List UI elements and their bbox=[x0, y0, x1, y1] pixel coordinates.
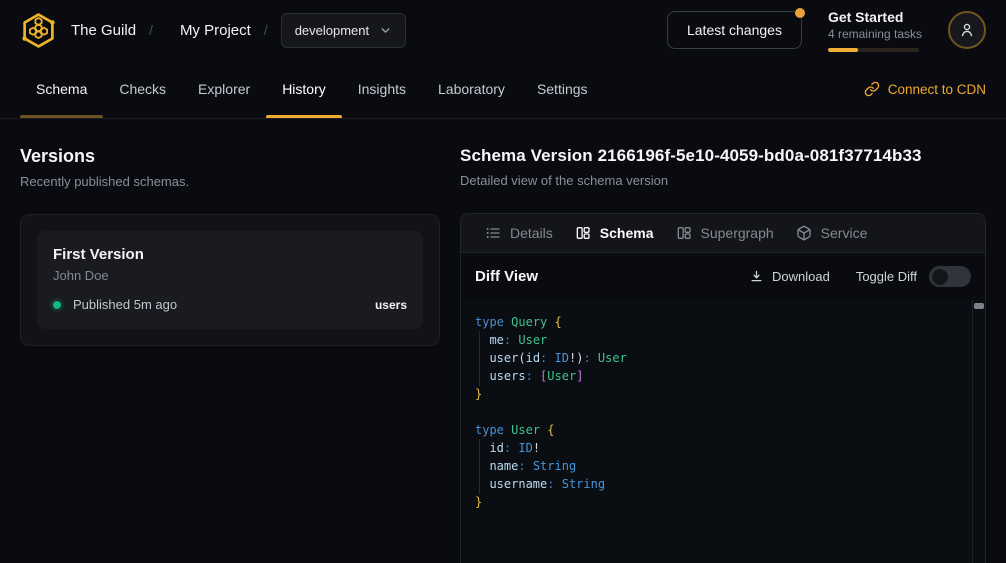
get-started-progressbar bbox=[828, 48, 919, 52]
nav-tab-label: Checks bbox=[119, 81, 166, 97]
environment-select[interactable]: development bbox=[281, 13, 406, 48]
list-icon bbox=[485, 225, 501, 241]
nav-tab-laboratory[interactable]: Laboratory bbox=[422, 60, 521, 118]
breadcrumb-org[interactable]: The Guild bbox=[71, 22, 136, 39]
breadcrumb-project[interactable]: My Project bbox=[180, 22, 251, 39]
breadcrumb: The Guild / My Project / development bbox=[20, 12, 406, 49]
columns-icon bbox=[575, 225, 591, 241]
top-header: The Guild / My Project / development Lat… bbox=[0, 0, 1006, 60]
breadcrumb-separator: / bbox=[149, 22, 153, 38]
get-started-title: Get Started bbox=[828, 9, 922, 25]
version-status-row: Published 5m ago users bbox=[53, 297, 407, 312]
nav-tab-label: History bbox=[282, 81, 326, 97]
environment-select-value: development bbox=[295, 23, 369, 38]
get-started-remaining: 4 remaining tasks bbox=[828, 27, 922, 41]
nav-tab-insights[interactable]: Insights bbox=[342, 60, 422, 118]
breadcrumb-separator: / bbox=[264, 22, 268, 38]
connect-to-cdn-label: Connect to CDN bbox=[888, 82, 986, 97]
version-list-item[interactable]: First Version John Doe Published 5m ago … bbox=[37, 231, 423, 329]
app-window: The Guild / My Project / development Lat… bbox=[0, 0, 1006, 563]
versions-title: Versions bbox=[20, 146, 440, 167]
download-icon bbox=[749, 269, 764, 284]
connect-to-cdn-link[interactable]: Connect to CDN bbox=[864, 60, 986, 118]
versions-list: First Version John Doe Published 5m ago … bbox=[20, 214, 440, 346]
switch-knob bbox=[932, 269, 948, 285]
toggle-diff-label: Toggle Diff bbox=[856, 269, 917, 284]
versions-panel: Versions Recently published schemas. Fir… bbox=[0, 119, 460, 563]
progress-fill bbox=[828, 48, 858, 52]
user-avatar[interactable] bbox=[948, 11, 986, 49]
published-status-dot bbox=[53, 301, 61, 309]
published-status-text: Published 5m ago bbox=[73, 297, 177, 312]
nav-tab-checks[interactable]: Checks bbox=[103, 60, 182, 118]
nav-tab-label: Explorer bbox=[198, 81, 250, 97]
tab-underline bbox=[20, 115, 103, 118]
diff-toolbar: Diff View Download Toggle Diff bbox=[461, 253, 985, 300]
tab-label: Service bbox=[821, 225, 868, 241]
version-detail-panel: Schema Version 2166196f-5e10-4059-bd0a-0… bbox=[460, 119, 1006, 563]
download-label: Download bbox=[772, 269, 830, 284]
scrollbar[interactable] bbox=[972, 300, 985, 563]
tab-schema[interactable]: Schema bbox=[564, 214, 665, 252]
tab-details[interactable]: Details bbox=[474, 214, 564, 252]
toggle-diff-switch[interactable] bbox=[929, 266, 971, 287]
diff-actions: Download Toggle Diff bbox=[749, 266, 971, 287]
schema-version-title: Schema Version 2166196f-5e10-4059-bd0a-0… bbox=[460, 146, 986, 166]
main-content: Versions Recently published schemas. Fir… bbox=[0, 119, 1006, 563]
viewer-tabstrip: Details Schema Supergraph bbox=[461, 214, 985, 253]
nav-tab-label: Laboratory bbox=[438, 81, 505, 97]
schema-code-viewer[interactable]: type Query { me: User user(id: ID!): Use… bbox=[461, 300, 985, 563]
code-block: type Query { me: User user(id: ID!): Use… bbox=[475, 313, 965, 511]
versions-subtitle: Recently published schemas. bbox=[20, 174, 440, 189]
person-icon bbox=[958, 21, 976, 39]
link-icon bbox=[864, 81, 880, 97]
nav-tab-label: Schema bbox=[36, 81, 87, 97]
download-button[interactable]: Download bbox=[749, 269, 830, 284]
nav-tab-history[interactable]: History bbox=[266, 60, 342, 118]
main-nav: Schema Checks Explorer History Insights … bbox=[0, 60, 1006, 119]
tab-label: Details bbox=[510, 225, 553, 241]
tab-service[interactable]: Service bbox=[785, 214, 879, 252]
diff-view-title: Diff View bbox=[475, 268, 538, 285]
tab-label: Supergraph bbox=[701, 225, 774, 241]
nav-tab-explorer[interactable]: Explorer bbox=[182, 60, 266, 118]
nav-tab-label: Settings bbox=[537, 81, 588, 97]
tab-supergraph[interactable]: Supergraph bbox=[665, 214, 785, 252]
header-actions: Latest changes Get Started 4 remaining t… bbox=[667, 9, 986, 52]
nav-tab-label: Insights bbox=[358, 81, 406, 97]
chevron-down-icon bbox=[379, 24, 392, 37]
indent-guide bbox=[479, 331, 480, 386]
hive-logo-icon[interactable] bbox=[20, 12, 57, 49]
schema-viewer-panel: Details Schema Supergraph bbox=[460, 213, 986, 563]
indent-guide bbox=[479, 439, 480, 494]
nav-tab-schema[interactable]: Schema bbox=[20, 60, 103, 118]
schema-version-subtitle: Detailed view of the schema version bbox=[460, 173, 986, 188]
get-started-widget[interactable]: Get Started 4 remaining tasks bbox=[828, 9, 922, 52]
nav-tab-settings[interactable]: Settings bbox=[521, 60, 604, 118]
toggle-diff-control: Toggle Diff bbox=[856, 266, 971, 287]
latest-changes-label: Latest changes bbox=[687, 22, 782, 38]
latest-changes-button[interactable]: Latest changes bbox=[667, 11, 802, 49]
scrollbar-thumb[interactable] bbox=[974, 303, 984, 309]
version-name: First Version bbox=[53, 246, 407, 263]
tab-label: Schema bbox=[600, 225, 654, 241]
version-author: John Doe bbox=[53, 268, 407, 283]
box-icon bbox=[796, 225, 812, 241]
notification-dot bbox=[795, 8, 805, 18]
service-badge: users bbox=[375, 298, 407, 312]
tab-underline bbox=[266, 115, 342, 118]
columns-icon bbox=[676, 225, 692, 241]
